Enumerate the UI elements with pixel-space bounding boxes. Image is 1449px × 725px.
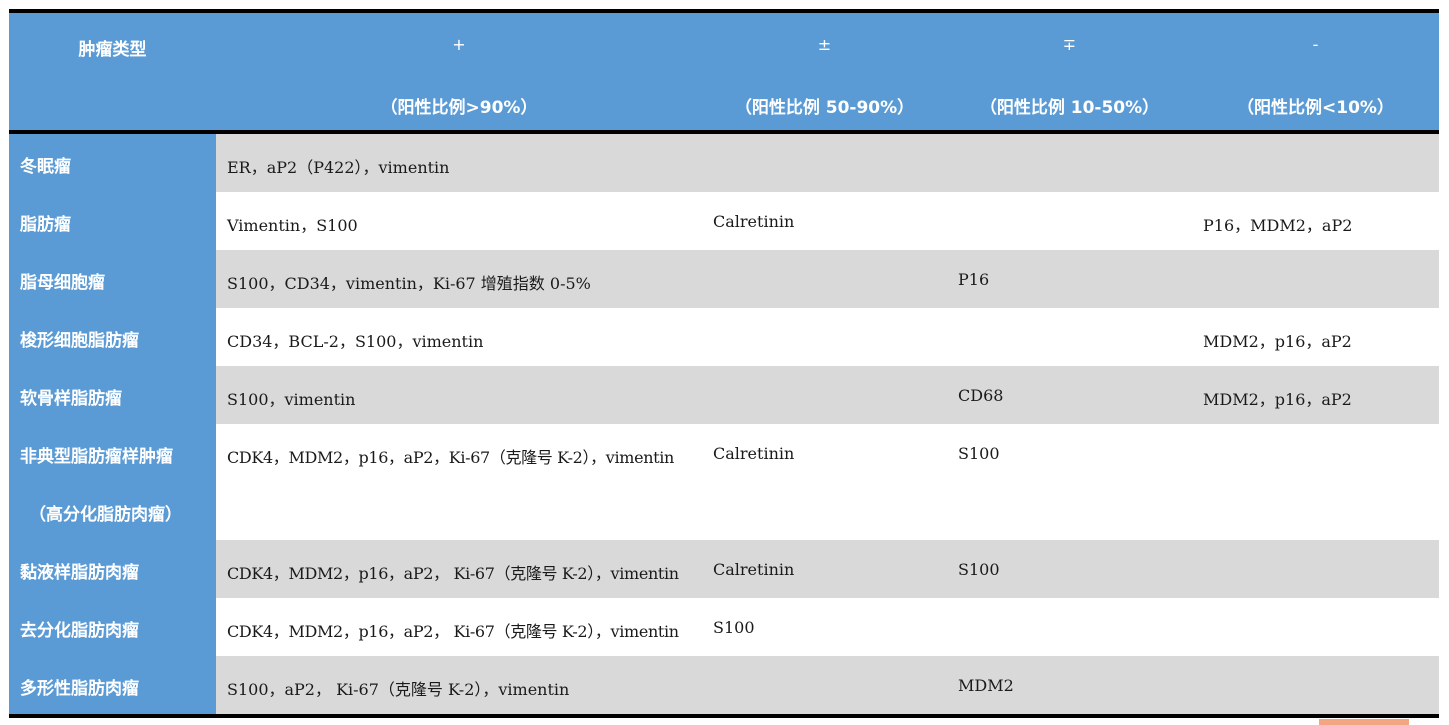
header-range-positive: （阳性比例>90%） [380, 98, 538, 118]
negative-cell: MDM2，p16，aP2 [1192, 366, 1439, 424]
negative-cell [1192, 250, 1439, 308]
tumor-type-label: 梭形细胞脂肪瘤 [20, 331, 139, 351]
negative-cell: MDM2，p16，aP2 [1192, 308, 1439, 366]
tumor-type-sublabel: （高分化脂肪肉瘤） [29, 505, 182, 525]
positive-markers: CDK4，MDM2，p16，aP2， Ki-67（克隆号 K-2），viment… [227, 622, 679, 641]
negative-markers: P16，MDM2，aP2 [1203, 216, 1353, 235]
tumor-type-cell: 软骨样脂肪瘤 [9, 366, 216, 424]
minus-plus-cell [947, 598, 1192, 656]
positive-markers: CDK4，MDM2，p16，aP2， Ki-67（克隆号 K-2），viment… [227, 564, 679, 583]
negative-markers: MDM2，p16，aP2 [1203, 390, 1352, 409]
positive-cell: Vimentin，S100 [216, 192, 702, 250]
table-row: 梭形细胞脂肪瘤 CD34，BCL-2，S100，vimentin MDM2，p1… [9, 308, 1439, 366]
positive-cell: CD34，BCL-2，S100，vimentin [216, 308, 702, 366]
minus-plus-markers: P16 [958, 270, 990, 289]
header-symbol-plus-minus: ± [817, 35, 832, 54]
minus-plus-cell: CD68 [947, 366, 1192, 424]
plus-minus-cell [702, 308, 947, 366]
header-range-minus-plus: （阳性比例 10-50%） [979, 98, 1160, 118]
minus-plus-cell [947, 308, 1192, 366]
tumor-type-cell: 非典型脂肪瘤样肿瘤 （高分化脂肪肉瘤） [9, 424, 216, 540]
positive-markers: Vimentin，S100 [227, 216, 358, 235]
header-range-negative: （阳性比例<10%） [1237, 98, 1394, 118]
tumor-type-cell: 脂母细胞瘤 [9, 250, 216, 308]
header-range-plus-minus: （阳性比例 50-90%） [734, 98, 915, 118]
positive-cell: ER，aP2（P422），vimentin [216, 134, 702, 192]
positive-cell: CDK4，MDM2，p16，aP2，Ki-67（克隆号 K-2），vimenti… [216, 424, 702, 540]
plus-minus-cell: Calretinin [702, 424, 947, 540]
immunohistochemistry-table: 肿瘤类型 + （阳性比例>90%） ± （阳性比例 50-90%） ∓ （阳性比… [9, 9, 1439, 718]
minus-plus-cell [947, 192, 1192, 250]
tumor-type-label: 脂母细胞瘤 [20, 273, 105, 293]
tumor-type-label: 黏液样脂肪肉瘤 [20, 563, 139, 583]
plus-minus-cell [702, 366, 947, 424]
minus-plus-markers: CD68 [958, 386, 1004, 405]
table-row: 多形性脂肪肉瘤 S100，aP2， Ki-67（克隆号 K-2），vimenti… [9, 656, 1439, 714]
tumor-type-label: 冬眠瘤 [20, 157, 71, 177]
tumor-type-cell: 冬眠瘤 [9, 134, 216, 192]
negative-cell [1192, 424, 1439, 540]
tumor-type-cell: 梭形细胞脂肪瘤 [9, 308, 216, 366]
corner-decoration [1319, 719, 1409, 725]
positive-cell: S100，vimentin [216, 366, 702, 424]
table-row: 软骨样脂肪瘤 S100，vimentin CD68 MDM2，p16，aP2 [9, 366, 1439, 424]
plus-minus-cell: Calretinin [702, 192, 947, 250]
minus-plus-cell [947, 134, 1192, 192]
plus-minus-markers: S100 [713, 618, 755, 637]
tumor-type-label: 多形性脂肪肉瘤 [20, 679, 139, 699]
positive-markers: S100，aP2， Ki-67（克隆号 K-2），vimentin [227, 680, 570, 699]
header-symbol-positive: + [452, 35, 466, 54]
table-row: 冬眠瘤 ER，aP2（P422），vimentin [9, 134, 1439, 192]
negative-cell [1192, 540, 1439, 598]
positive-markers: ER，aP2（P422），vimentin [227, 158, 450, 177]
table-row: 黏液样脂肪肉瘤 CDK4，MDM2，p16，aP2， Ki-67（克隆号 K-2… [9, 540, 1439, 598]
minus-plus-cell: S100 [947, 540, 1192, 598]
positive-markers: CDK4，MDM2，p16，aP2，Ki-67（克隆号 K-2），vimenti… [227, 448, 674, 467]
plus-minus-cell [702, 656, 947, 714]
negative-markers: MDM2，p16，aP2 [1203, 332, 1352, 351]
minus-plus-cell: P16 [947, 250, 1192, 308]
table-row: 去分化脂肪肉瘤 CDK4，MDM2，p16，aP2， Ki-67（克隆号 K-2… [9, 598, 1439, 656]
tumor-type-cell: 脂肪瘤 [9, 192, 216, 250]
positive-markers: CD34，BCL-2，S100，vimentin [227, 332, 484, 351]
header-symbol-negative: - [1312, 35, 1319, 54]
negative-cell [1192, 134, 1439, 192]
plus-minus-markers: Calretinin [713, 212, 795, 231]
positive-cell: S100，aP2， Ki-67（克隆号 K-2），vimentin [216, 656, 702, 714]
header-symbol-minus-plus: ∓ [1062, 35, 1077, 54]
table-header: 肿瘤类型 + （阳性比例>90%） ± （阳性比例 50-90%） ∓ （阳性比… [9, 13, 1439, 134]
tumor-type-cell: 多形性脂肪肉瘤 [9, 656, 216, 714]
plus-minus-markers: Calretinin [713, 444, 795, 463]
table-row: 非典型脂肪瘤样肿瘤 （高分化脂肪肉瘤） CDK4，MDM2，p16，aP2，Ki… [9, 424, 1439, 540]
minus-plus-markers: MDM2 [958, 676, 1014, 695]
plus-minus-cell [702, 134, 947, 192]
negative-cell: P16，MDM2，aP2 [1192, 192, 1439, 250]
header-tumor-type: 肿瘤类型 [78, 40, 147, 60]
tumor-type-label: 非典型脂肪瘤样肿瘤 [20, 447, 173, 467]
plus-minus-cell: Calretinin [702, 540, 947, 598]
minus-plus-markers: S100 [958, 560, 1000, 579]
positive-cell: S100，CD34，vimentin，Ki-67 增殖指数 0-5% [216, 250, 702, 308]
plus-minus-cell [702, 250, 947, 308]
tumor-type-label: 脂肪瘤 [20, 215, 71, 235]
negative-cell [1192, 656, 1439, 714]
minus-plus-cell: S100 [947, 424, 1192, 540]
negative-cell [1192, 598, 1439, 656]
minus-plus-cell: MDM2 [947, 656, 1192, 714]
positive-cell: CDK4，MDM2，p16，aP2， Ki-67（克隆号 K-2），viment… [216, 540, 702, 598]
table-row: 脂母细胞瘤 S100，CD34，vimentin，Ki-67 增殖指数 0-5%… [9, 250, 1439, 308]
tumor-type-cell: 去分化脂肪肉瘤 [9, 598, 216, 656]
table-row: 脂肪瘤 Vimentin，S100 Calretinin P16，MDM2，aP… [9, 192, 1439, 250]
tumor-type-cell: 黏液样脂肪肉瘤 [9, 540, 216, 598]
plus-minus-cell: S100 [702, 598, 947, 656]
plus-minus-markers: Calretinin [713, 560, 795, 579]
tumor-type-label: 软骨样脂肪瘤 [20, 389, 122, 409]
minus-plus-markers: S100 [958, 444, 1000, 463]
tumor-type-label: 去分化脂肪肉瘤 [20, 621, 139, 641]
positive-markers: S100，vimentin [227, 390, 356, 409]
positive-cell: CDK4，MDM2，p16，aP2， Ki-67（克隆号 K-2），viment… [216, 598, 702, 656]
positive-markers: S100，CD34，vimentin，Ki-67 增殖指数 0-5% [227, 274, 591, 293]
